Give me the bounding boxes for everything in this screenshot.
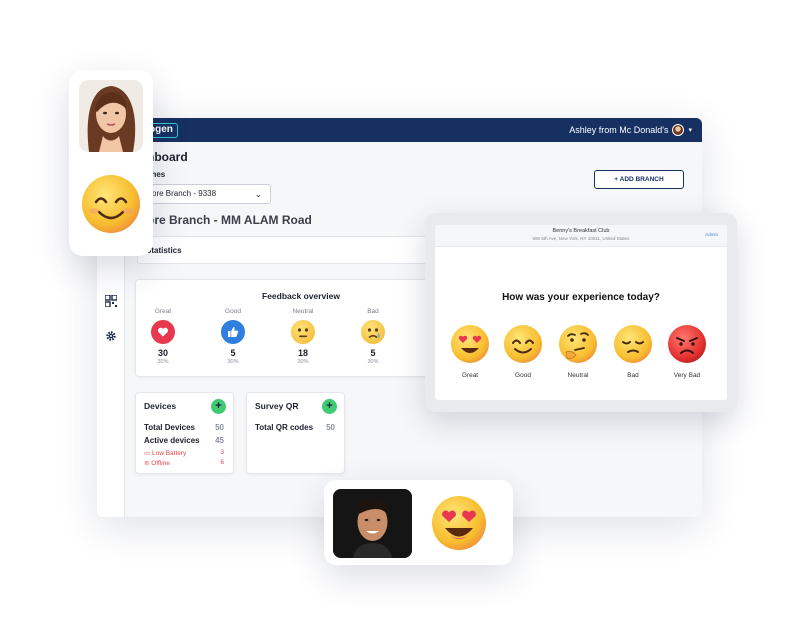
active-devices-value: 45	[215, 436, 224, 445]
feedback-great: Great 30 30%	[143, 308, 183, 365]
low-battery-value: 3	[220, 449, 224, 456]
angry-face-icon	[667, 324, 707, 364]
feedback-label: Neutral	[292, 308, 314, 315]
active-devices-row: Active devices 45	[144, 436, 224, 445]
offline-label: Offline	[151, 460, 170, 467]
page-title: hboard	[147, 150, 188, 164]
chevron-down-icon: ⌄	[254, 189, 262, 199]
qr-code-icon[interactable]	[104, 294, 118, 308]
add-branch-button[interactable]: + ADD BRANCH	[594, 170, 684, 189]
feedback-percent: 30%	[297, 359, 309, 365]
feedback-count: 5	[230, 348, 236, 358]
total-qr-value: 50	[326, 423, 335, 432]
choice-good[interactable]: Good	[499, 324, 547, 379]
account-name: Ashley from Mc Donald's	[569, 125, 669, 135]
feedback-percent: 30%	[367, 359, 379, 365]
offline-row: ≋ Offline 6	[144, 459, 224, 467]
account-menu[interactable]: Ashley from Mc Donald's ▾	[569, 124, 692, 136]
heart-eyes-face-icon	[431, 495, 487, 551]
wifi-off-icon: ≋	[144, 460, 150, 467]
survey-qr-card: Survey QR + Total QR codes 50	[246, 392, 345, 474]
heart-eyes-face-icon	[450, 324, 490, 364]
add-qr-button[interactable]: +	[322, 399, 337, 414]
choice-label: Great	[461, 372, 479, 379]
choice-label: Neutral	[567, 372, 589, 379]
customer-feedback-card-left	[69, 70, 153, 256]
choice-label: Bad	[627, 372, 639, 379]
sad-face-icon	[361, 320, 385, 344]
branch-select[interactable]: ore Branch - 9338 ⌄	[145, 184, 271, 204]
total-devices-row: Total Devices 50	[144, 423, 224, 432]
customer-photo-woman	[79, 80, 143, 152]
top-navbar: ogen Ashley from Mc Donald's ▾	[97, 118, 702, 142]
total-qr-label: Total QR codes	[255, 423, 314, 432]
tablet-screen: Benny's Breakfast Club 690 6th Ave, New …	[435, 225, 727, 400]
chevron-down-icon: ▾	[688, 127, 692, 134]
tablet-header: Benny's Breakfast Club 690 6th Ave, New …	[435, 225, 727, 247]
thumbs-up-icon	[221, 320, 245, 344]
total-qr-row: Total QR codes 50	[255, 423, 335, 432]
branch-select-value: ore Branch - 9338	[152, 189, 217, 198]
pensive-face-icon	[613, 324, 653, 364]
neutral-face-icon	[291, 320, 315, 344]
choice-label: Good	[515, 372, 531, 379]
survey-tablet: Benny's Breakfast Club 690 6th Ave, New …	[425, 213, 737, 412]
admin-link[interactable]: Admin	[705, 232, 718, 237]
feedback-count: 18	[297, 348, 308, 358]
feedback-percent: 30%	[157, 359, 169, 365]
offline-value: 6	[220, 459, 224, 466]
choice-bad[interactable]: Bad	[609, 324, 657, 379]
add-device-button[interactable]: +	[211, 399, 226, 414]
battery-icon: ▭	[144, 450, 151, 457]
smiling-face-icon	[503, 324, 543, 364]
total-devices-label: Total Devices	[144, 423, 195, 432]
choice-neutral[interactable]: Neutral	[554, 324, 602, 379]
feedback-count: 30	[157, 348, 168, 358]
feedback-percent: 30%	[227, 359, 239, 365]
low-battery-row: ▭ Low Battery 3	[144, 449, 224, 457]
gear-icon[interactable]	[105, 330, 117, 342]
heart-icon	[151, 320, 175, 344]
total-devices-value: 50	[215, 423, 224, 432]
feedback-count: 5	[370, 348, 376, 358]
devices-card: Devices + Total Devices 50 Active device…	[135, 392, 234, 474]
active-devices-label: Active devices	[144, 436, 200, 445]
choice-very-bad[interactable]: Very Bad	[663, 324, 711, 379]
feedback-label: Good	[225, 308, 241, 315]
choice-great[interactable]: Great	[446, 324, 494, 379]
choice-label: Very Bad	[673, 372, 701, 379]
business-name: Benny's Breakfast Club	[552, 228, 610, 234]
feedback-label: Great	[154, 308, 172, 315]
feedback-label: Bad	[367, 308, 379, 315]
feedback-bad: Bad 5 30%	[353, 308, 393, 365]
avatar	[672, 124, 685, 136]
survey-question: How was your experience today?	[502, 292, 660, 303]
smiling-face-icon	[81, 174, 141, 234]
feedback-good: Good 5 30%	[213, 308, 253, 365]
feedback-neutral: Neutral 18 30%	[283, 308, 323, 365]
feedback-title: Feedback overview	[262, 291, 340, 301]
branch-heading: ore Branch - MM ALAM Road	[147, 213, 312, 227]
business-address: 690 6th Ave, New York, NY 10011, United …	[532, 236, 630, 241]
customer-photo-man	[333, 489, 412, 558]
low-battery-label: Low Battery	[151, 450, 187, 457]
thinking-face-icon	[558, 324, 598, 364]
